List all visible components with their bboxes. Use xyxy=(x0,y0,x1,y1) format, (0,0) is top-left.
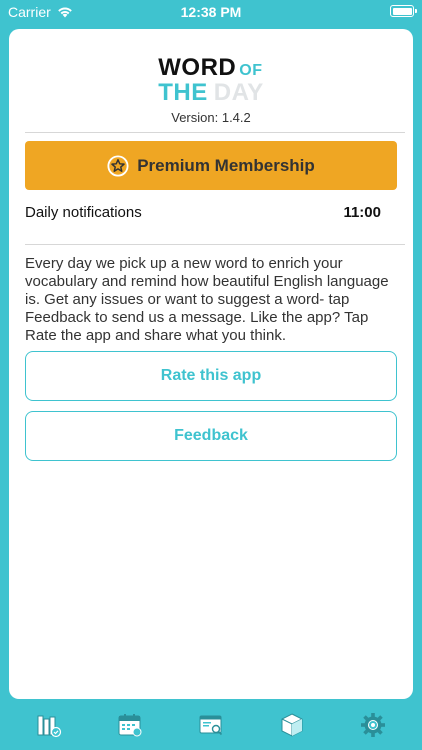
app-logo: WORD OF THE DAY xyxy=(9,54,413,107)
daily-notifications-row[interactable]: Daily notifications 11:00 xyxy=(25,204,381,221)
logo-day: DAY xyxy=(213,79,264,106)
calendar-icon xyxy=(118,714,142,737)
divider xyxy=(25,132,405,133)
settings-card: WORD OF THE DAY Version: 1.4.2 Premium Mem… xyxy=(9,29,413,699)
divider xyxy=(25,244,405,245)
star-badge-icon xyxy=(107,154,129,177)
tab-calendar[interactable] xyxy=(110,705,150,745)
notifications-time[interactable]: 11:00 xyxy=(343,204,381,221)
browser-search-icon xyxy=(199,715,223,736)
tab-settings[interactable] xyxy=(353,705,393,745)
status-time: 12:38 PM xyxy=(180,4,242,20)
battery-icon xyxy=(390,5,417,17)
version-label: Version: 1.4.2 xyxy=(171,110,251,125)
premium-label: Premium Membership xyxy=(137,155,315,175)
rate-app-button[interactable]: Rate this app xyxy=(25,351,397,401)
tab-bar xyxy=(0,700,422,750)
books-icon xyxy=(37,715,61,738)
feedback-button[interactable]: Feedback xyxy=(25,411,397,461)
app-description: Every day we pick up a new word to enric… xyxy=(25,255,389,344)
logo-of: OF xyxy=(239,62,263,79)
premium-membership-button[interactable]: Premium Membership xyxy=(25,141,397,190)
logo-word: WORD xyxy=(158,54,237,81)
notifications-label: Daily notifications xyxy=(25,204,142,221)
box-icon xyxy=(281,713,303,737)
logo-the: THE xyxy=(158,79,208,106)
settings-gear-icon xyxy=(361,713,386,737)
tab-library[interactable] xyxy=(29,705,69,745)
tab-store[interactable] xyxy=(272,705,312,745)
tab-browse[interactable] xyxy=(191,705,231,745)
status-bar: Carrier 12:38 PM xyxy=(0,0,422,24)
